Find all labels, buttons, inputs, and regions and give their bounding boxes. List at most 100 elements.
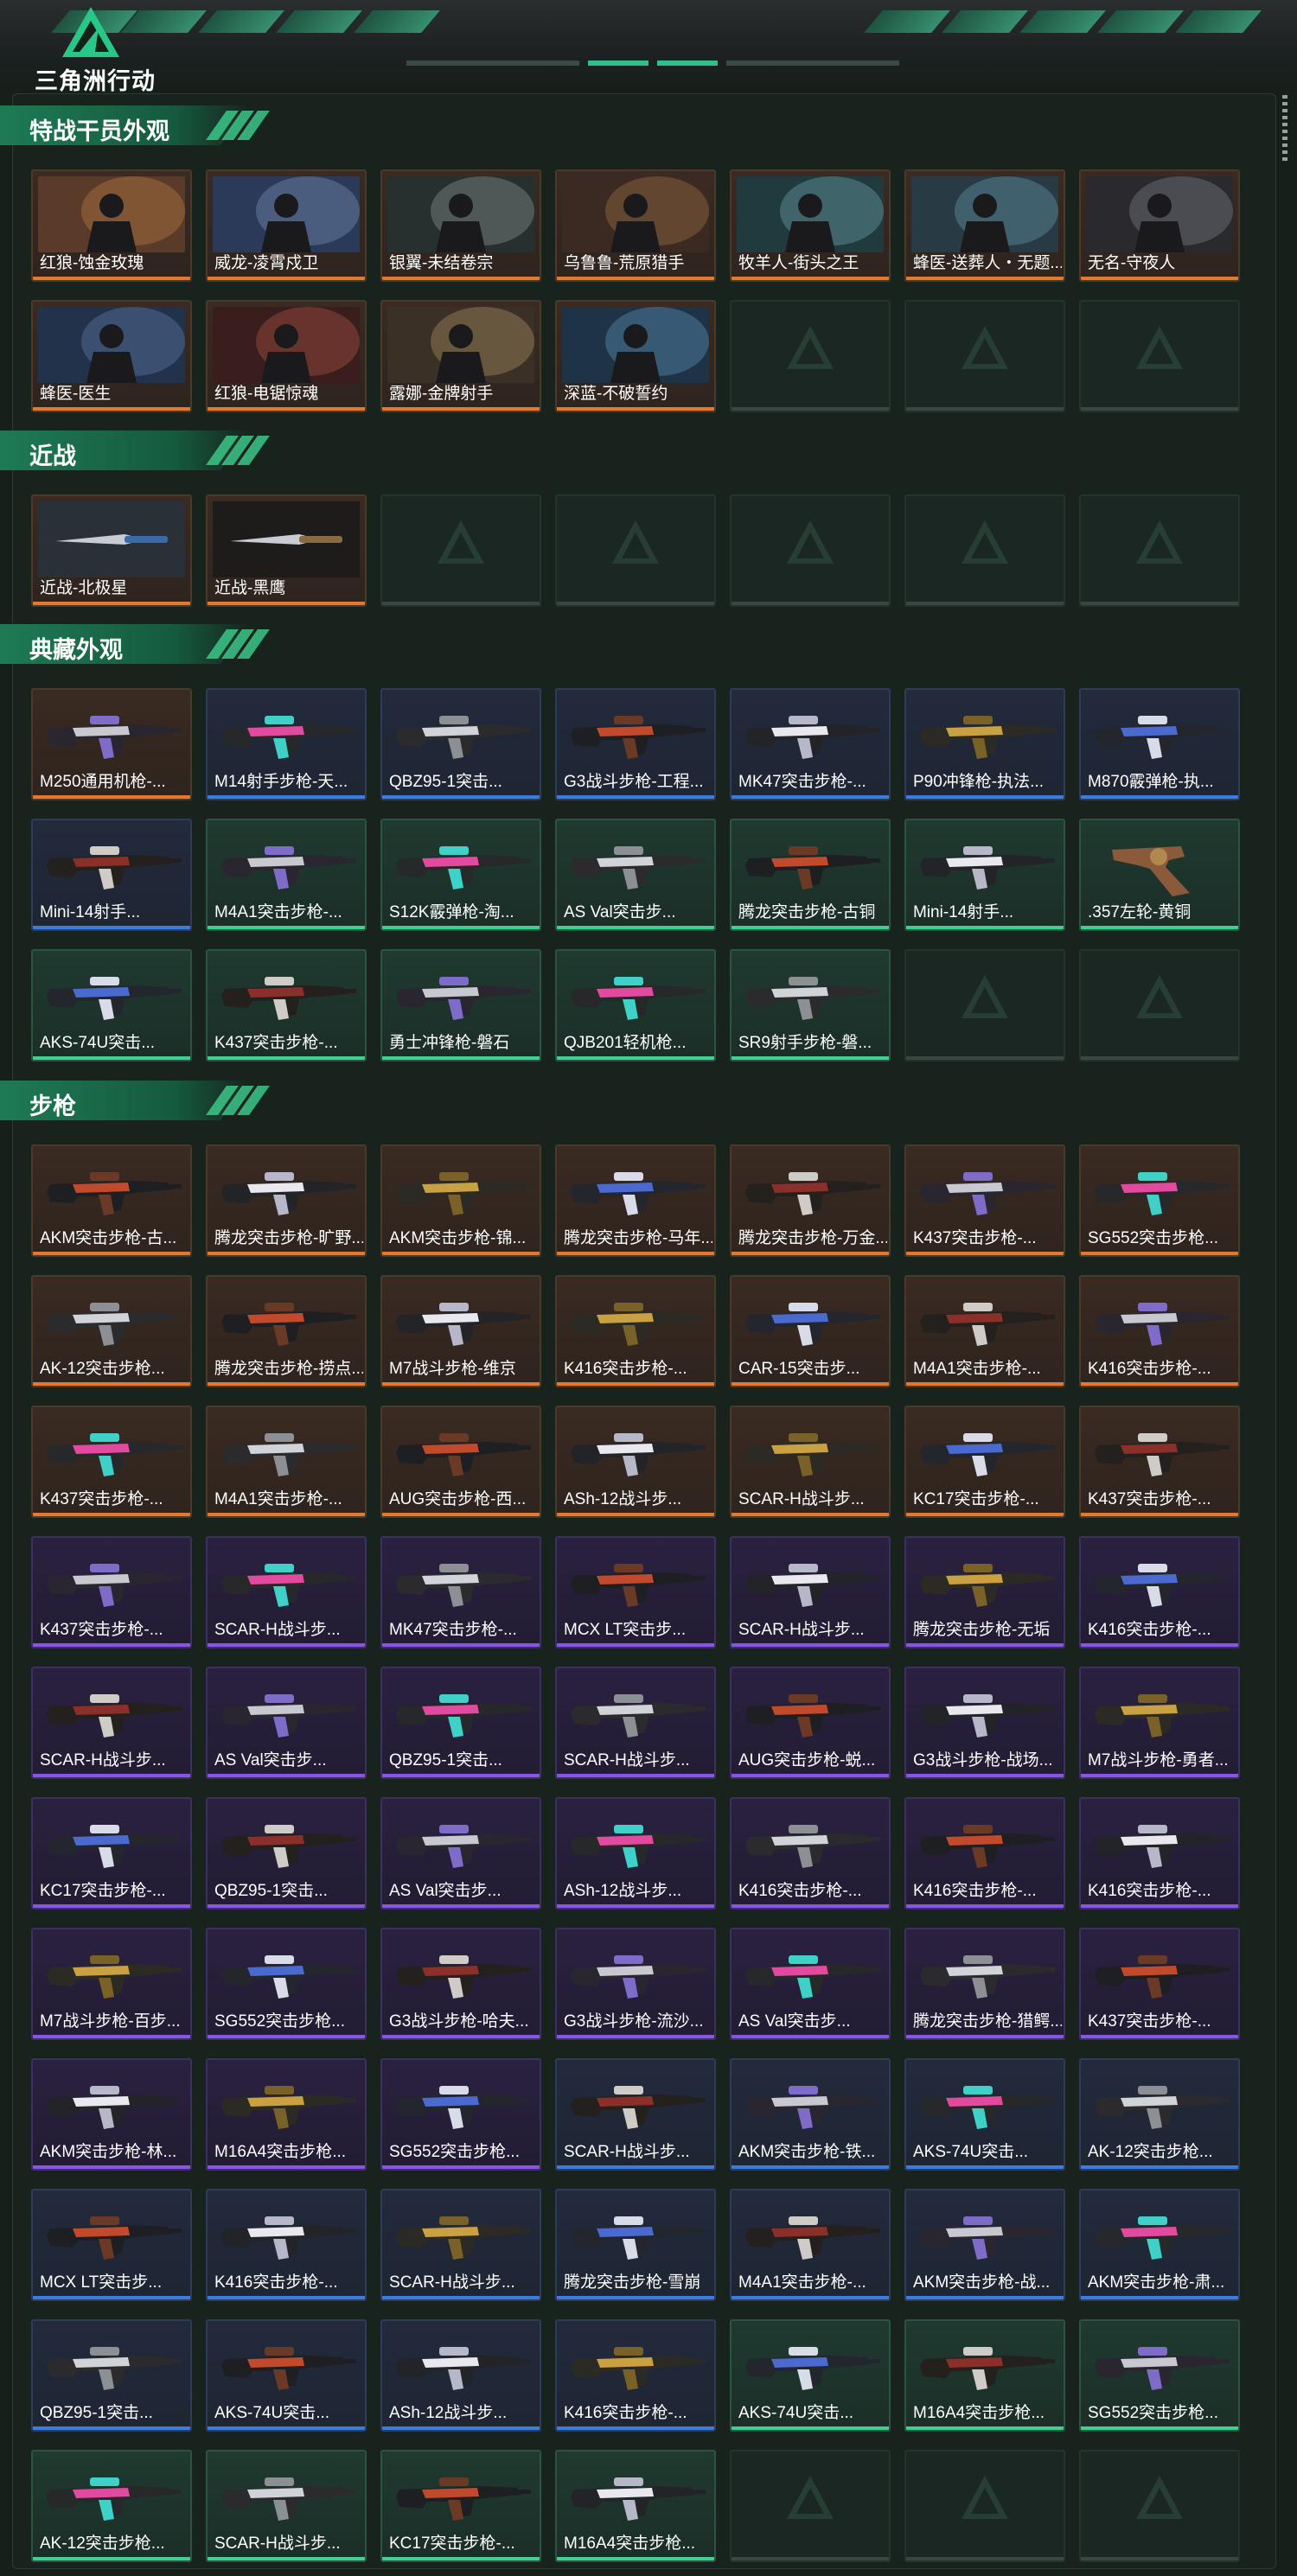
item-card[interactable]: K416突击步枪-... xyxy=(206,2189,367,2301)
item-card[interactable]: 蜂医-医生 xyxy=(31,300,192,412)
item-card[interactable]: AKM突击步枪-肃... xyxy=(1079,2189,1240,2301)
item-card[interactable]: 威龙-凌霄戍卫 xyxy=(206,169,367,282)
item-card[interactable]: AS Val突击步... xyxy=(380,1797,541,1910)
item-card[interactable]: K416突击步枪-... xyxy=(555,1275,716,1387)
item-card[interactable]: K416突击步枪-... xyxy=(1079,1797,1240,1910)
item-card[interactable]: MK47突击步枪-... xyxy=(380,1536,541,1648)
item-card[interactable]: SCAR-H战斗步... xyxy=(380,2189,541,2301)
item-card[interactable]: K437突击步枪-... xyxy=(1079,1406,1240,1518)
item-card[interactable]: SCAR-H战斗步... xyxy=(206,1536,367,1648)
item-card[interactable]: 腾龙突击步枪-无垢 xyxy=(904,1536,1065,1648)
item-card[interactable]: QBZ95-1突击... xyxy=(31,2319,192,2432)
item-card[interactable]: K437突击步枪-... xyxy=(31,1536,192,1648)
item-card[interactable]: QJB201轻机枪... xyxy=(555,949,716,1062)
scroll-indicator[interactable] xyxy=(1282,95,1287,164)
item-card[interactable]: G3战斗步枪-流沙... xyxy=(555,1928,716,2040)
item-card[interactable]: 腾龙突击步枪-古铜 xyxy=(730,819,891,931)
item-card[interactable]: AKM突击步枪-铁... xyxy=(730,2058,891,2171)
item-card[interactable]: G3战斗步枪-哈夫... xyxy=(380,1928,541,2040)
item-card[interactable]: SG552突击步枪... xyxy=(1079,1145,1240,1257)
item-card[interactable]: AKM突击步枪-林... xyxy=(31,2058,192,2171)
item-card[interactable]: SCAR-H战斗步... xyxy=(730,1536,891,1648)
item-card[interactable]: QBZ95-1突击... xyxy=(380,1667,541,1779)
item-card[interactable]: AS Val突击步... xyxy=(206,1667,367,1779)
item-card[interactable]: ASh-12战斗步... xyxy=(380,2319,541,2432)
item-card[interactable]: SR9射手步枪-磐... xyxy=(730,949,891,1062)
item-card[interactable]: ASh-12战斗步... xyxy=(555,1406,716,1518)
item-card[interactable]: 蜂医-送葬人・无题... xyxy=(904,169,1065,282)
item-card[interactable]: K416突击步枪-... xyxy=(730,1797,891,1910)
item-card[interactable]: K437突击步枪-... xyxy=(1079,1928,1240,2040)
item-card[interactable]: 近战-北极星 xyxy=(31,494,192,607)
item-card[interactable]: AK-12突击步枪... xyxy=(31,2450,192,2562)
item-card[interactable]: M7战斗步枪-维京 xyxy=(380,1275,541,1387)
item-card[interactable]: CAR-15突击步... xyxy=(730,1275,891,1387)
item-card[interactable]: SG552突击步枪... xyxy=(206,1928,367,2040)
item-card[interactable]: M7战斗步枪-百步... xyxy=(31,1928,192,2040)
item-card[interactable]: .357左轮-黄铜 xyxy=(1079,819,1240,931)
item-card[interactable]: M16A4突击步枪... xyxy=(206,2058,367,2171)
item-card[interactable]: KC17突击步枪-... xyxy=(31,1797,192,1910)
item-card[interactable]: K416突击步枪-... xyxy=(904,1797,1065,1910)
item-card[interactable]: M4A1突击步枪-... xyxy=(730,2189,891,2301)
item-card[interactable]: QBZ95-1突击... xyxy=(206,1797,367,1910)
item-card[interactable]: M4A1突击步枪-... xyxy=(206,1406,367,1518)
item-card[interactable]: AS Val突击步... xyxy=(555,819,716,931)
item-card[interactable]: AKS-74U突击... xyxy=(904,2058,1065,2171)
item-card[interactable]: MK47突击步枪-... xyxy=(730,688,891,800)
item-card[interactable]: SCAR-H战斗步... xyxy=(31,1667,192,1779)
item-card[interactable]: 腾龙突击步枪-猎鳄... xyxy=(904,1928,1065,2040)
item-card[interactable]: Mini-14射手... xyxy=(31,819,192,931)
item-card[interactable]: AK-12突击步枪... xyxy=(31,1275,192,1387)
item-card[interactable]: M7战斗步枪-勇者... xyxy=(1079,1667,1240,1779)
item-card[interactable]: MCX LT突击步... xyxy=(555,1536,716,1648)
item-card[interactable]: 腾龙突击步枪-雪崩 xyxy=(555,2189,716,2301)
item-card[interactable]: K437突击步枪-... xyxy=(206,949,367,1062)
item-card[interactable]: K437突击步枪-... xyxy=(31,1406,192,1518)
item-card[interactable]: 红狼-蚀金玫瑰 xyxy=(31,169,192,282)
item-card[interactable]: QBZ95-1突击... xyxy=(380,688,541,800)
item-card[interactable]: 腾龙突击步枪-旷野... xyxy=(206,1145,367,1257)
item-card[interactable]: 红狼-电锯惊魂 xyxy=(206,300,367,412)
item-card[interactable]: AKS-74U突击... xyxy=(730,2319,891,2432)
item-card[interactable]: K437突击步枪-... xyxy=(904,1145,1065,1257)
item-card[interactable]: M250通用机枪-... xyxy=(31,688,192,800)
item-card[interactable]: 露娜-金牌射手 xyxy=(380,300,541,412)
item-card[interactable]: 腾龙突击步枪-马年... xyxy=(555,1145,716,1257)
item-card[interactable]: AS Val突击步... xyxy=(730,1928,891,2040)
item-card[interactable]: MCX LT突击步... xyxy=(31,2189,192,2301)
item-card[interactable]: 无名-守夜人 xyxy=(1079,169,1240,282)
item-card[interactable]: 腾龙突击步枪-万金... xyxy=(730,1145,891,1257)
item-card[interactable]: M870霰弹枪-执... xyxy=(1079,688,1240,800)
item-card[interactable]: 勇士冲锋枪-磐石 xyxy=(380,949,541,1062)
item-card[interactable]: SCAR-H战斗步... xyxy=(555,1667,716,1779)
item-card[interactable]: SCAR-H战斗步... xyxy=(555,2058,716,2171)
item-card[interactable]: AKS-74U突击... xyxy=(31,949,192,1062)
item-card[interactable]: M4A1突击步枪-... xyxy=(206,819,367,931)
item-card[interactable]: AUG突击步枪-蜕... xyxy=(730,1667,891,1779)
item-card[interactable]: KC17突击步枪-... xyxy=(380,2450,541,2562)
item-card[interactable]: SG552突击步枪... xyxy=(1079,2319,1240,2432)
item-card[interactable]: 牧羊人-街头之王 xyxy=(730,169,891,282)
item-card[interactable]: M4A1突击步枪-... xyxy=(904,1275,1065,1387)
item-card[interactable]: 银翼-未结卷宗 xyxy=(380,169,541,282)
item-card[interactable]: G3战斗步枪-战场... xyxy=(904,1667,1065,1779)
item-card[interactable]: AKS-74U突击... xyxy=(206,2319,367,2432)
item-card[interactable]: ASh-12战斗步... xyxy=(555,1797,716,1910)
item-card[interactable]: M14射手步枪-天... xyxy=(206,688,367,800)
item-card[interactable]: P90冲锋枪-执法... xyxy=(904,688,1065,800)
item-card[interactable]: Mini-14射手... xyxy=(904,819,1065,931)
item-card[interactable]: KC17突击步枪-... xyxy=(904,1406,1065,1518)
item-card[interactable]: 乌鲁鲁-荒原猎手 xyxy=(555,169,716,282)
item-card[interactable]: AKM突击步枪-古... xyxy=(31,1145,192,1257)
item-card[interactable]: K416突击步枪-... xyxy=(555,2319,716,2432)
item-card[interactable]: K416突击步枪-... xyxy=(1079,1275,1240,1387)
item-card[interactable]: AKM突击步枪-锦... xyxy=(380,1145,541,1257)
item-card[interactable]: M16A4突击步枪... xyxy=(555,2450,716,2562)
item-card[interactable]: G3战斗步枪-工程... xyxy=(555,688,716,800)
item-card[interactable]: SCAR-H战斗步... xyxy=(730,1406,891,1518)
item-card[interactable]: AUG突击步枪-西... xyxy=(380,1406,541,1518)
item-card[interactable]: 腾龙突击步枪-捞点... xyxy=(206,1275,367,1387)
item-card[interactable]: AKM突击步枪-战... xyxy=(904,2189,1065,2301)
item-card[interactable]: K416突击步枪-... xyxy=(1079,1536,1240,1648)
